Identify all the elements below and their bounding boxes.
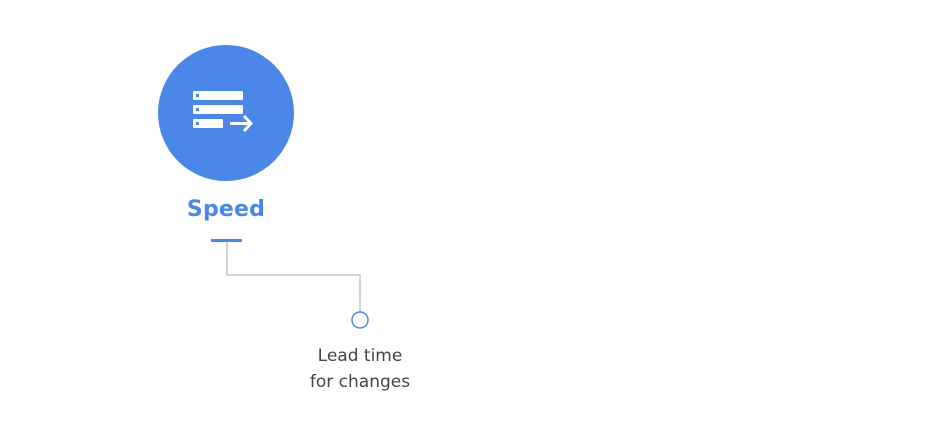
metric-label-line1: Lead time [317,346,403,366]
metric-label-line2: for changes [309,372,411,392]
metric-node[interactable] [351,311,369,329]
metric-label-lead-time: Lead time for changes [260,343,460,395]
connector-line [226,242,369,329]
